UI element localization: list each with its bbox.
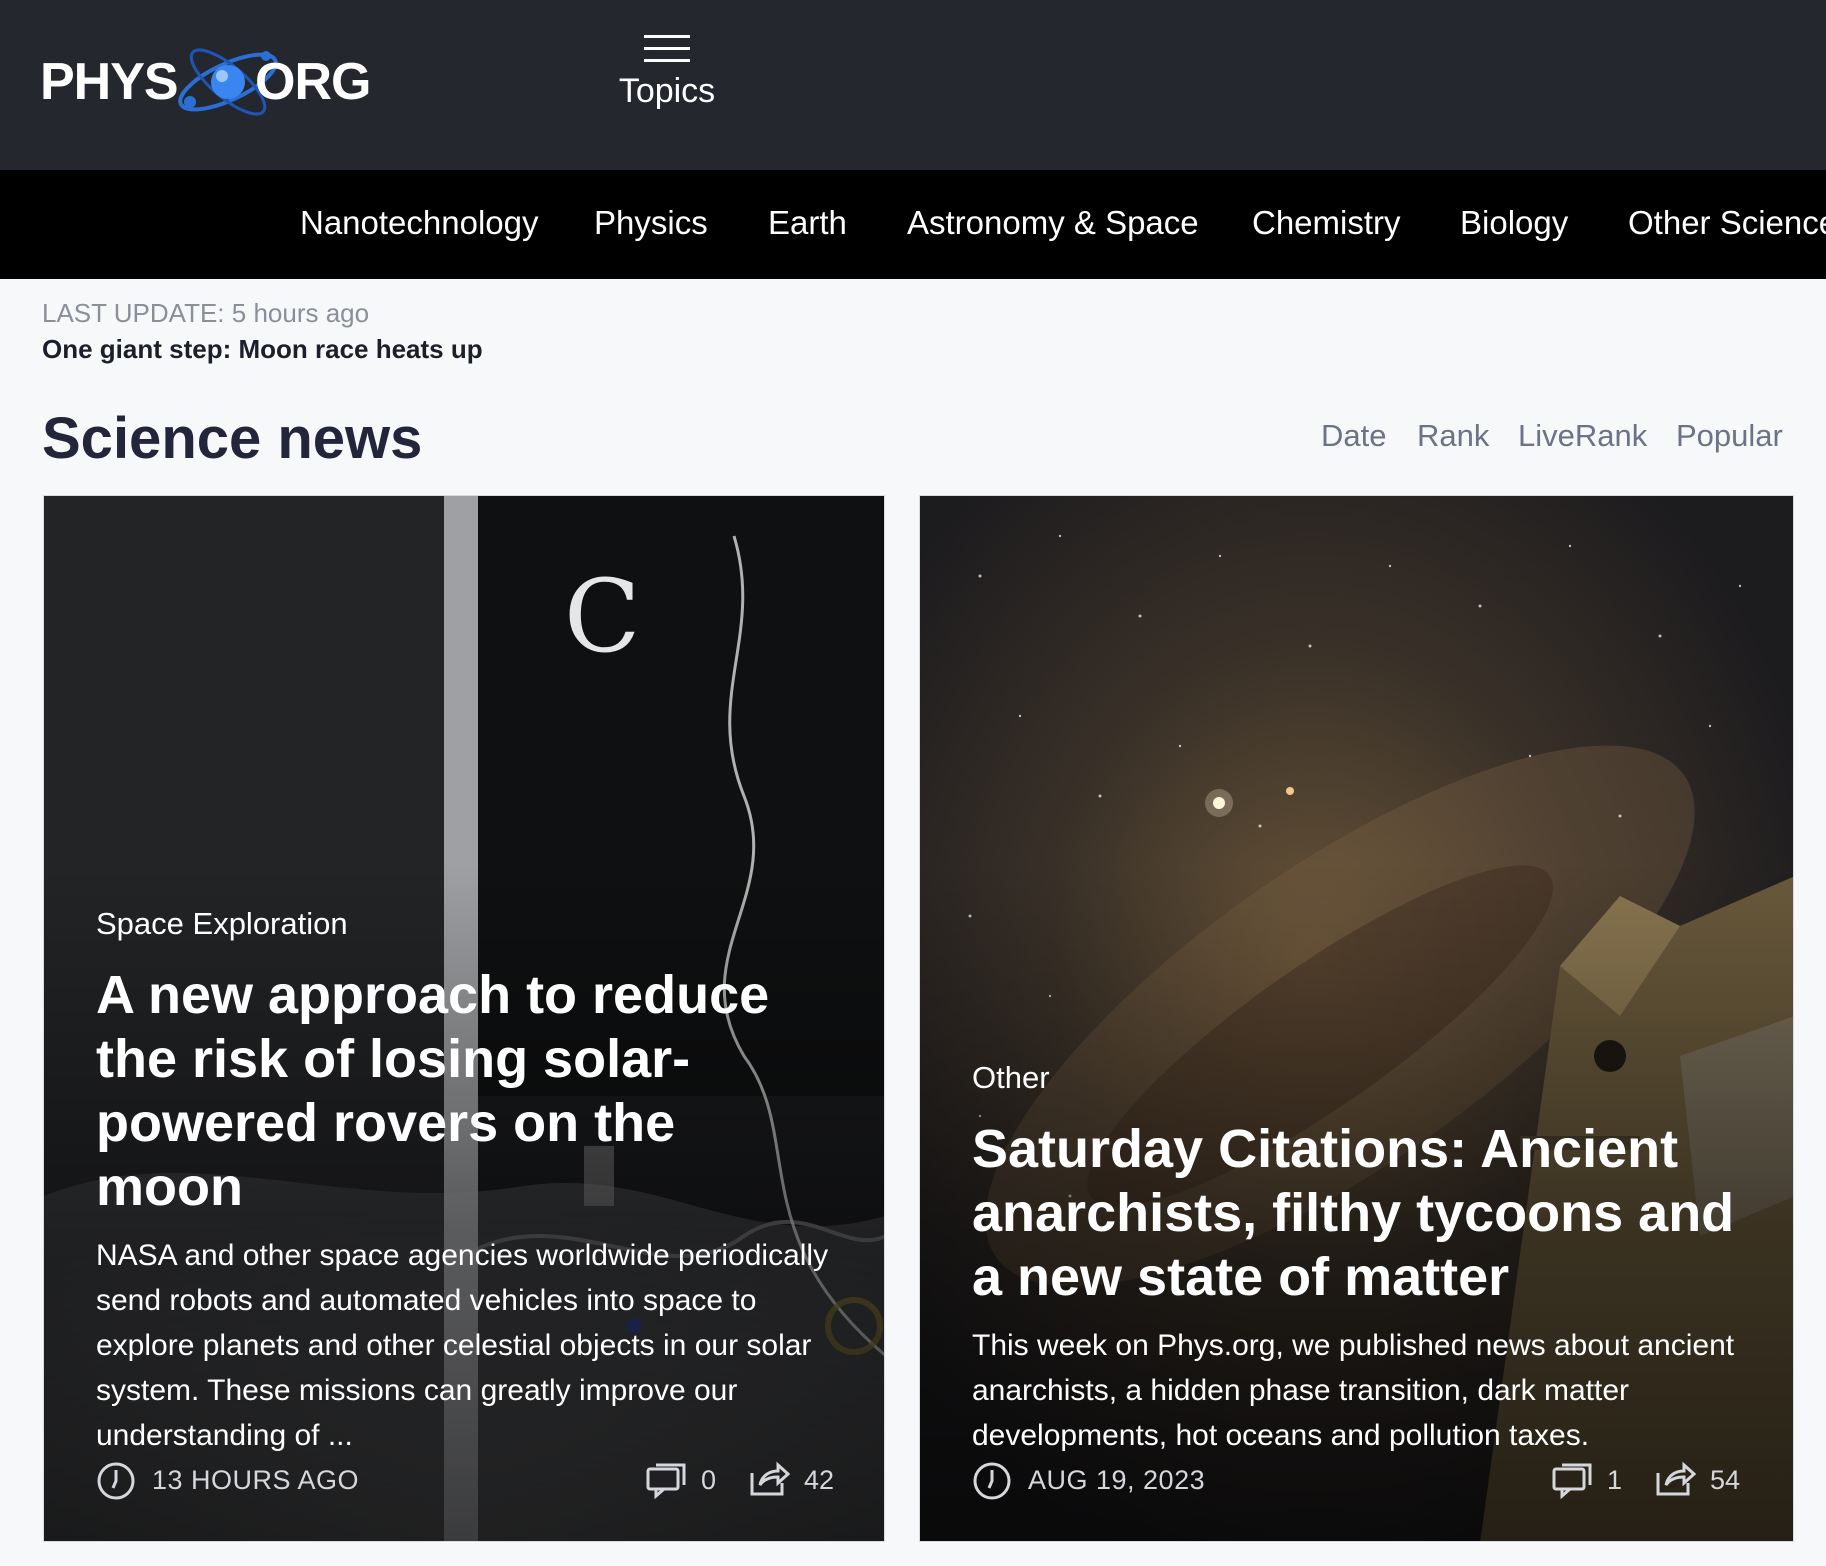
- share-icon[interactable]: [748, 1461, 790, 1497]
- comment-count: 0: [701, 1465, 717, 1495]
- nav-item-physics[interactable]: Physics: [594, 204, 708, 242]
- logo-text-left: PHYS: [40, 53, 179, 111]
- article-time: AUG 19, 2023: [1028, 1465, 1206, 1495]
- clock-icon: [973, 1462, 1011, 1500]
- nav-item-astronomy-space[interactable]: Astronomy & Space: [907, 204, 1199, 242]
- article-category[interactable]: Space Exploration: [96, 906, 348, 942]
- comment-count: 1: [1607, 1465, 1623, 1495]
- article-category[interactable]: Other: [972, 1060, 1050, 1096]
- nav-item-chemistry[interactable]: Chemistry: [1252, 204, 1401, 242]
- nav-item-other-sciences[interactable]: Other Sciences: [1628, 204, 1826, 242]
- article-card[interactable]: C Space Exploration A new approach to re…: [43, 495, 885, 1542]
- article-time: 13 HOURS AGO: [152, 1465, 360, 1495]
- comment-icon[interactable]: [646, 1463, 688, 1499]
- article-title[interactable]: A new approach to reduce the risk of los…: [96, 963, 834, 1219]
- topics-label: Topics: [618, 72, 716, 110]
- topics-menu-button[interactable]: Topics: [612, 30, 722, 130]
- sort-tab-date[interactable]: Date: [1321, 418, 1386, 454]
- clock-icon: [97, 1462, 135, 1500]
- nav-item-earth[interactable]: Earth: [768, 204, 847, 242]
- article-summary: NASA and other space agencies worldwide …: [96, 1239, 829, 1452]
- comment-icon[interactable]: [1552, 1463, 1594, 1499]
- sort-tabs: Date Rank LiveRank Popular: [0, 418, 1826, 458]
- nav-item-nanotechnology[interactable]: Nanotechnology: [300, 204, 539, 242]
- sort-tab-popular[interactable]: Popular: [1676, 418, 1783, 454]
- site-header: PHYS ORG Topics: [0, 0, 1826, 170]
- article-card[interactable]: Other Saturday Citations: Ancient anarch…: [919, 495, 1794, 1542]
- category-nav: Nanotechnology Physics Earth Astronomy &…: [0, 170, 1826, 279]
- article-title[interactable]: Saturday Citations: Ancient anarchists, …: [972, 1117, 1743, 1309]
- logo-text-right: ORG: [255, 53, 371, 111]
- share-count: 54: [1710, 1465, 1741, 1495]
- last-update-text: LAST UPDATE: 5 hours ago: [42, 298, 370, 328]
- share-count: 42: [804, 1465, 835, 1495]
- featured-headline-link[interactable]: One giant step: Moon race heats up: [42, 334, 483, 365]
- nav-item-biology[interactable]: Biology: [1460, 204, 1568, 242]
- hamburger-menu-icon: [644, 35, 690, 62]
- sort-tab-liverank[interactable]: LiveRank: [1518, 418, 1647, 454]
- share-icon[interactable]: [1654, 1461, 1696, 1497]
- site-logo[interactable]: PHYS ORG: [40, 30, 371, 130]
- sort-tab-rank[interactable]: Rank: [1417, 418, 1489, 454]
- article-meta: AUG 19, 2023 1 54: [972, 1461, 1743, 1501]
- article-summary: This week on Phys.org, we published news…: [972, 1329, 1735, 1452]
- article-meta: 13 HOURS AGO 0 42: [96, 1461, 834, 1501]
